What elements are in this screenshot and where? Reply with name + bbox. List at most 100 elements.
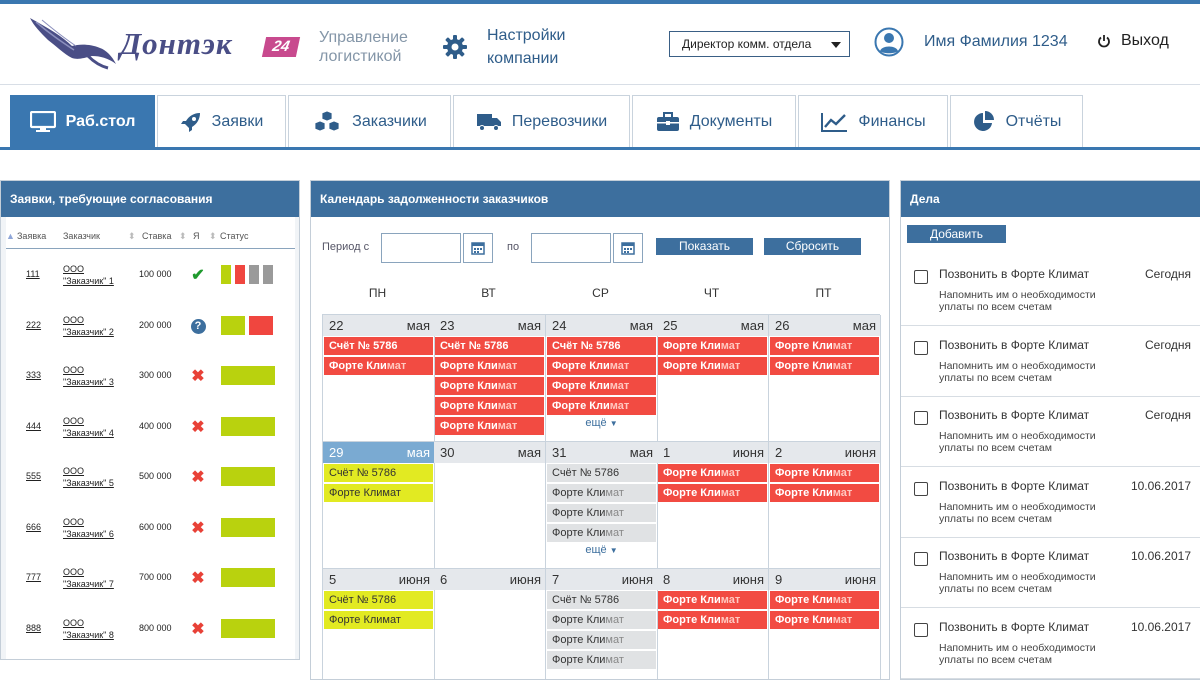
calendar-day[interactable]: 5 июня Счёт № 5786 Форте Климат [323, 569, 435, 679]
calendar-day[interactable]: 2 июня Форте Климат Форте Климат [769, 442, 881, 569]
add-task-button[interactable]: Добавить [907, 225, 1006, 243]
calendar-event[interactable]: Форте Климат [547, 611, 656, 629]
calendar-day[interactable]: 26 мая Форте Климат Форте Климат [769, 315, 881, 442]
calendar-event[interactable]: Форте Климат [770, 337, 879, 355]
calendar-event[interactable]: Счёт № 5786 [324, 337, 433, 355]
customer-link[interactable]: ООО "Заказчик" 3 [63, 364, 138, 388]
user-profile[interactable]: Имя Фамилия 1234 [874, 27, 1068, 57]
period-from-input[interactable] [381, 233, 461, 263]
calendar-day[interactable]: 8 июня Форте Климат Форте Климат [657, 569, 769, 679]
calendar-event[interactable]: Форте Климат [324, 484, 433, 502]
calendar-event[interactable]: Форте Климат [658, 357, 767, 375]
task-item[interactable]: Позвонить в Форте Климат Сегодня Напомнить… [901, 326, 1200, 397]
calendar-day[interactable]: 6 июня [434, 569, 546, 679]
calendar-day[interactable]: 23 мая Счёт № 5786 Форте Климат Форте Климат… [434, 315, 546, 442]
table-row[interactable]: 222 ООО "Заказчик" 2 200 000? [6, 306, 295, 356]
calendar-event[interactable]: Форте Климат [770, 464, 879, 482]
request-id-link[interactable]: 666 [26, 522, 41, 532]
calendar-day[interactable]: 1 июня Форте Климат Форте Климат [657, 442, 769, 569]
request-id-link[interactable]: 888 [26, 623, 41, 633]
tab-documents[interactable]: Документы [632, 95, 796, 148]
show-button[interactable]: Показать [656, 238, 753, 255]
col-customer[interactable]: Заказчик [63, 231, 100, 241]
calendar-day[interactable]: 24 мая Счёт № 5786 Форте Климат Форте Климат… [546, 315, 658, 442]
period-to-input[interactable] [531, 233, 611, 263]
company-settings-link[interactable]: Настройки компании [442, 24, 565, 70]
calendar-event[interactable]: Форте Климат [324, 611, 433, 629]
task-item[interactable]: Позвонить в Форте Климат 10.06.2017 Напомн… [901, 608, 1200, 679]
customer-link[interactable]: ООО "Заказчик" 5 [63, 465, 138, 489]
logout-button[interactable]: Выход [1097, 32, 1169, 50]
calendar-event[interactable]: Форте Климат [658, 611, 767, 629]
calendar-event[interactable]: Форте Климат [547, 524, 656, 542]
calendar-event[interactable]: Форте Климат [770, 591, 879, 609]
logo[interactable]: Донтэк 24 [28, 16, 301, 74]
calendar-event[interactable]: Форте Климат [435, 377, 544, 395]
calendar-event[interactable]: Форте Климат [547, 504, 656, 522]
calendar-event[interactable]: Форте Климат [658, 464, 767, 482]
customer-link[interactable]: ООО "Заказчик" 4 [63, 415, 138, 439]
task-checkbox[interactable] [914, 481, 928, 496]
reset-button[interactable]: Сбросить [764, 238, 861, 255]
request-id-link[interactable]: 111 [26, 269, 40, 279]
col-request[interactable]: Заявка [17, 231, 46, 241]
sort-asc-icon[interactable]: ▲ [6, 231, 15, 241]
calendar-event[interactable]: Форте Климат [770, 484, 879, 502]
customer-link[interactable]: ООО "Заказчик" 1 [63, 263, 138, 287]
calendar-event[interactable]: Счёт № 5786 [435, 337, 544, 355]
customer-link[interactable]: ООО "Заказчик" 6 [63, 516, 138, 540]
customer-link[interactable]: ООО "Заказчик" 8 [63, 617, 138, 641]
calendar-event[interactable]: Форте Климат [547, 484, 656, 502]
role-select[interactable]: Директор комм. отдела [669, 31, 850, 57]
calendar-event[interactable]: Форте Климат [547, 357, 656, 375]
calendar-day[interactable]: 22 мая Счёт № 5786 Форте Климат [323, 315, 435, 442]
calendar-event[interactable]: Форте Климат [547, 651, 656, 669]
calendar-day[interactable]: 31 мая Счёт № 5786 Форте Климат Форте Климат… [546, 442, 658, 569]
task-item[interactable]: Позвонить в Форте Климат 10.06.2017 Напомн… [901, 537, 1200, 608]
calendar-day[interactable]: 25 мая Форте Климат Форте Климат [657, 315, 769, 442]
calendar-event[interactable]: Форте Климат [435, 357, 544, 375]
period-from-calendar-button[interactable] [463, 233, 493, 263]
calendar-event[interactable]: Форте Климат [547, 397, 656, 415]
task-item[interactable]: Позвонить в Форте Климат 10.06.2017 Напомн… [901, 467, 1200, 538]
col-rate[interactable]: Ставка [142, 231, 171, 241]
more-events-link[interactable]: ещё ▼ [546, 544, 657, 556]
calendar-event[interactable]: Форте Климат [770, 357, 879, 375]
task-checkbox[interactable] [914, 270, 928, 284]
task-checkbox[interactable] [914, 411, 928, 425]
tab-requests[interactable]: Заявки [157, 95, 286, 148]
tab-finance[interactable]: Финансы [798, 95, 948, 148]
table-row[interactable]: 666 ООО "Заказчик" 6 600 000 ✖ [6, 508, 295, 558]
tab-customers[interactable]: Заказчики [288, 95, 451, 148]
task-item[interactable]: Позвонить в Форте Климат Сегодня Напомнить… [901, 255, 1200, 326]
request-id-link[interactable]: 555 [26, 471, 41, 481]
task-checkbox[interactable] [914, 622, 928, 637]
calendar-event[interactable]: Счёт № 5786 [324, 464, 433, 482]
task-item[interactable]: Позвонить в Форте Климат Сегодня Напомнить… [901, 396, 1200, 467]
table-row[interactable]: 444 ООО "Заказчик" 4 400 000 ✖ [6, 407, 295, 457]
customer-link[interactable]: ООО "Заказчик" 7 [63, 566, 138, 590]
calendar-event[interactable]: Счёт № 5786 [547, 591, 656, 609]
tab-carriers[interactable]: Перевозчики [453, 95, 630, 148]
calendar-day[interactable]: 7 июня Счёт № 5786 Форте Климат Форте Климат… [546, 569, 658, 679]
table-row[interactable]: 888 ООО "Заказчик" 8 800 000 ✖ [6, 609, 295, 659]
period-to-calendar-button[interactable] [613, 233, 643, 263]
tab-desktop[interactable]: Раб.стол [10, 95, 155, 148]
calendar-day[interactable]: 29 мая Счёт № 5786 Форте Климат [323, 442, 435, 569]
task-checkbox[interactable] [914, 552, 928, 566]
request-id-link[interactable]: 222 [26, 320, 41, 330]
table-row[interactable]: 555 ООО "Заказчик" 5 500 000 ✖ [6, 457, 295, 507]
calendar-day[interactable]: 9 июня Форте Климат Форте Климат [769, 569, 881, 679]
calendar-event[interactable]: Счёт № 5786 [324, 591, 433, 609]
sort-icon[interactable]: ⬍ [179, 231, 187, 242]
calendar-event[interactable]: Форте Климат [547, 631, 656, 649]
sort-icon[interactable]: ⬍ [209, 231, 217, 242]
request-id-link[interactable]: 333 [26, 370, 41, 380]
col-me[interactable]: Я [193, 231, 200, 241]
calendar-day[interactable]: 30 мая [434, 442, 546, 569]
calendar-event[interactable]: Счёт № 5786 [547, 337, 656, 355]
table-row[interactable]: 777 ООО "Заказчик" 7 700 000 ✖ [6, 558, 295, 608]
calendar-event[interactable]: Форте Климат [658, 337, 767, 355]
calendar-event[interactable]: Форте Климат [658, 591, 767, 609]
calendar-event[interactable]: Форте Климат [324, 357, 433, 375]
